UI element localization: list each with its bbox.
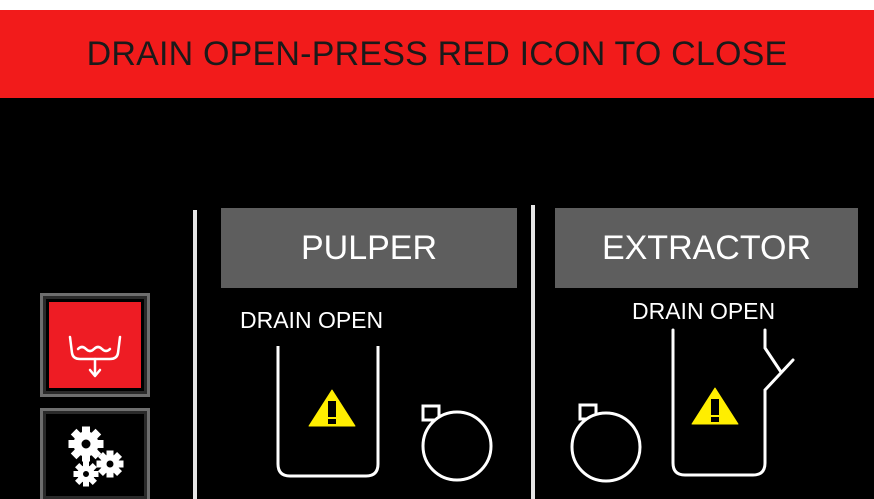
pulper-drain-status: DRAIN OPEN	[240, 307, 384, 333]
pulper-pump-icon	[421, 404, 493, 482]
drain-icon	[68, 335, 122, 378]
extractor-header[interactable]: EXTRACTOR	[555, 208, 858, 288]
drain-close-button[interactable]	[40, 293, 150, 397]
pulper-title: PULPER	[300, 228, 438, 267]
warning-icon	[691, 387, 739, 425]
divider-left	[193, 210, 197, 499]
gears-icon	[68, 426, 124, 487]
pulper-header[interactable]: PULPER	[221, 208, 517, 288]
extractor-drain-status: DRAIN OPEN	[632, 298, 776, 324]
extractor-pump-icon	[570, 403, 642, 483]
divider-middle	[531, 205, 535, 499]
extractor-title: EXTRACTOR	[601, 228, 812, 267]
alert-message: DRAIN OPEN-PRESS RED ICON TO CLOSE	[86, 34, 788, 73]
settings-button[interactable]	[40, 408, 150, 499]
warning-icon	[308, 389, 356, 427]
alert-banner: DRAIN OPEN-PRESS RED ICON TO CLOSE	[0, 10, 874, 98]
top-strip	[0, 0, 874, 10]
